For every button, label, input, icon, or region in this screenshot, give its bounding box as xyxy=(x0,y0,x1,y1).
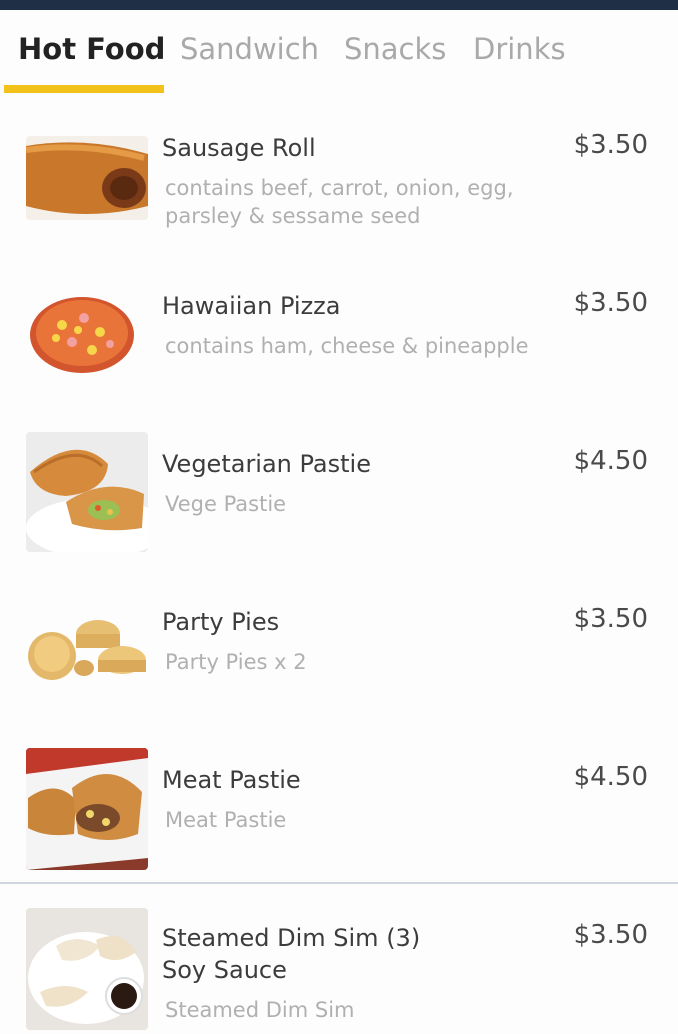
item-name: Vegetarian Pastie xyxy=(162,450,371,478)
tab-drinks[interactable]: Drinks xyxy=(473,32,566,66)
item-description: Meat Pastie xyxy=(165,808,287,832)
tab-hot-food[interactable]: Hot Food xyxy=(18,32,165,66)
tab-sandwich[interactable]: Sandwich xyxy=(180,32,319,66)
item-name-line2: Soy Sauce xyxy=(162,956,287,984)
menu-item[interactable]: Steamed Dim Sim (3) Soy Sauce $3.50 Stea… xyxy=(0,882,678,1034)
item-name: Sausage Roll xyxy=(162,134,316,162)
item-description: contains beef, carrot, onion, egg, parsl… xyxy=(165,176,514,228)
item-description: Party Pies x 2 xyxy=(165,650,307,674)
item-price: $3.50 xyxy=(573,604,648,634)
item-price: $4.50 xyxy=(573,762,648,792)
meat-pastie-image xyxy=(26,748,148,870)
item-name: Steamed Dim Sim (3) xyxy=(162,924,421,952)
item-name: Meat Pastie xyxy=(162,766,301,794)
menu-item[interactable]: Sausage Roll $3.50 contains beef, carrot… xyxy=(0,94,678,253)
item-price: $4.50 xyxy=(573,446,648,476)
item-price: $3.50 xyxy=(573,920,648,950)
menu-item[interactable]: Hawaiian Pizza $3.50 contains ham, chees… xyxy=(0,252,678,411)
active-tab-indicator xyxy=(4,85,164,93)
item-price: $3.50 xyxy=(573,288,648,318)
pizza-image xyxy=(26,290,148,376)
tab-snacks[interactable]: Snacks xyxy=(344,32,446,66)
vegetarian-pastie-image xyxy=(26,432,148,552)
item-name: Party Pies xyxy=(162,608,280,636)
item-name: Hawaiian Pizza xyxy=(162,292,341,320)
party-pies-image xyxy=(26,616,148,686)
menu-item[interactable]: Meat Pastie $4.50 Meat Pastie xyxy=(0,726,678,885)
item-description: contains ham, cheese & pineapple xyxy=(165,334,529,358)
menu-item[interactable]: Party Pies $3.50 Party Pies x 2 xyxy=(0,568,678,727)
item-description: Steamed Dim Sim xyxy=(165,998,355,1022)
menu-item[interactable]: Vegetarian Pastie $4.50 Vege Pastie xyxy=(0,410,678,569)
top-status-bar xyxy=(0,0,678,10)
item-description: Vege Pastie xyxy=(165,492,287,516)
menu-list: Sausage Roll $3.50 contains beef, carrot… xyxy=(0,94,678,1034)
item-price: $3.50 xyxy=(573,130,648,160)
category-tabs: Hot Food Sandwich Snacks Drinks xyxy=(0,10,678,95)
dim-sim-image xyxy=(26,908,148,1030)
sausage-roll-image xyxy=(26,136,148,220)
